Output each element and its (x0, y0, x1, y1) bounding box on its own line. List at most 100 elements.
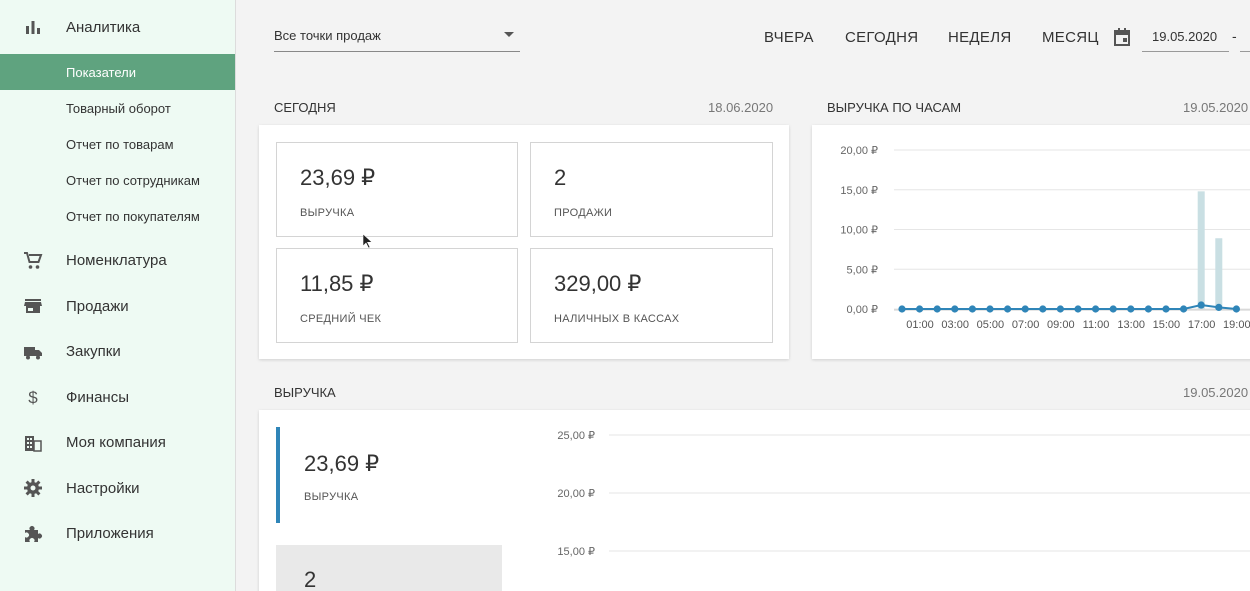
y-tick-label: 5,00 ₽ (847, 264, 878, 276)
mouse-cursor-icon (363, 234, 373, 248)
nav-label: Номенклатура (66, 252, 167, 270)
gear-icon (22, 477, 44, 499)
date-separator: - (1232, 28, 1237, 44)
hourly-point[interactable] (1092, 305, 1100, 313)
calendar-icon[interactable] (1112, 27, 1132, 47)
hourly-point[interactable] (951, 305, 959, 313)
hourly-bar (1215, 238, 1223, 309)
hourly-point[interactable] (1144, 305, 1152, 313)
hourly-point[interactable] (1127, 305, 1135, 313)
period-today-button[interactable]: СЕГОДНЯ (845, 29, 918, 46)
nav-item-analytics[interactable]: Аналитика (0, 0, 235, 54)
nav-item-company[interactable]: Моя компания (0, 420, 235, 466)
y-tick-label: 20,00 ₽ (840, 145, 878, 157)
cart-icon (22, 250, 44, 272)
hourly-point[interactable] (1021, 305, 1029, 313)
date-to-input[interactable] (1240, 20, 1250, 52)
nav-label: Приложения (66, 525, 154, 543)
nav-item-finance[interactable]: $ Финансы (0, 375, 235, 421)
store-icon (22, 295, 44, 317)
hourly-title: ВЫРУЧКА ПО ЧАСАМ (827, 100, 962, 115)
hourly-point[interactable] (933, 305, 941, 313)
dollar-icon: $ (22, 386, 44, 408)
hourly-chart: 20,00 ₽ 15,00 ₽ 10,00 ₽ 5,00 ₽ 0,00 ₽ 01:00 03… (840, 145, 1250, 331)
revenue-card: 23,69 ₽ ВЫРУЧКА 2 25,00 ₽ 20,00 ₽ 15,00 ₽ (259, 410, 1250, 591)
nav-item-settings[interactable]: Настройки (0, 466, 235, 512)
x-tick-label: 11:00 (1083, 319, 1110, 331)
x-tick-label: 05:00 (977, 319, 1005, 331)
hourly-chart-card: 20,00 ₽ 15,00 ₽ 10,00 ₽ 5,00 ₽ 0,00 ₽ 01:00 03… (812, 125, 1250, 359)
nav-label: Финансы (66, 388, 129, 406)
puzzle-icon (22, 523, 44, 545)
building-icon (22, 432, 44, 454)
main-content: Все точки продаж ВЧЕРА СЕГОДНЯ НЕДЕЛЯ МЕ… (237, 0, 1250, 591)
svg-text:$: $ (28, 388, 38, 407)
x-tick-label: 03:00 (941, 319, 969, 331)
tile-label: ПРОДАЖИ (554, 207, 613, 219)
hourly-point[interactable] (1215, 303, 1223, 312)
nav-item-purchases[interactable]: Закупки (0, 329, 235, 375)
nav-label: Настройки (66, 479, 140, 497)
hourly-point[interactable] (1056, 305, 1064, 313)
x-tick-label: 09:00 (1047, 319, 1075, 331)
today-date: 18.06.2020 (708, 100, 774, 115)
nav-label: Закупки (66, 343, 121, 361)
period-month-button[interactable]: МЕСЯЦ (1042, 29, 1099, 46)
hourly-point[interactable] (1162, 305, 1170, 313)
x-tick-label: 17:00 (1188, 319, 1216, 331)
sidebar: Аналитика Показатели Товарный оборот Отч… (0, 0, 236, 591)
hourly-point[interactable] (1109, 305, 1117, 313)
x-tick-label: 01:00 (906, 319, 934, 331)
sub-item-products-report[interactable]: Отчет по товарам (0, 126, 235, 162)
tile-label: ВЫРУЧКА (300, 207, 355, 219)
hourly-point[interactable] (1232, 305, 1240, 313)
sub-item-indicators[interactable]: Показатели (0, 54, 235, 90)
nav-item-apps[interactable]: Приложения (0, 511, 235, 557)
hourly-point[interactable] (1197, 301, 1205, 309)
toolbar: Все точки продаж ВЧЕРА СЕГОДНЯ НЕДЕЛЯ МЕ… (237, 0, 1250, 78)
tile-sales: 2 ПРОДАЖИ (530, 142, 773, 237)
store-select-value: Все точки продаж (274, 28, 381, 43)
tile-value: 329,00 ₽ (554, 271, 642, 296)
y-tick-label: 15,00 ₽ (840, 185, 878, 197)
hourly-point[interactable] (916, 305, 924, 313)
hourly-bar (1197, 191, 1205, 309)
caret-down-icon (504, 32, 514, 37)
hourly-point[interactable] (1039, 305, 1047, 313)
y-tick-label: 15,00 ₽ (557, 546, 595, 558)
y-tick-label: 25,00 ₽ (557, 430, 595, 442)
date-from-input[interactable]: 19.05.2020 (1142, 20, 1229, 52)
tile-value: 11,85 ₽ (300, 271, 374, 296)
hourly-point[interactable] (1180, 305, 1188, 313)
truck-icon (22, 341, 44, 363)
revenue-primary-metric[interactable]: 23,69 ₽ ВЫРУЧКА (276, 427, 502, 523)
x-tick-label: 07:00 (1012, 319, 1040, 331)
revenue-secondary-value: 2 (304, 567, 317, 591)
sub-item-employees-report[interactable]: Отчет по сотрудникам (0, 162, 235, 198)
hourly-date: 19.05.2020 (1183, 100, 1249, 115)
hourly-point[interactable] (986, 305, 994, 313)
revenue-secondary-metric[interactable]: 2 (276, 545, 502, 591)
tile-label: НАЛИЧНЫХ В КАССАХ (554, 313, 680, 325)
revenue-value: 23,69 ₽ (304, 451, 380, 476)
x-tick-label: 15:00 (1153, 319, 1181, 331)
revenue-title: ВЫРУЧКА (274, 385, 336, 400)
sub-item-customers-report[interactable]: Отчет по покупателям (0, 198, 235, 234)
hourly-point[interactable] (898, 305, 906, 313)
tile-value: 2 (554, 165, 567, 190)
nav-label: Моя компания (66, 434, 166, 452)
revenue-date: 19.05.2020 (1183, 385, 1249, 400)
hourly-point[interactable] (1004, 305, 1012, 313)
store-select[interactable]: Все точки продаж (274, 20, 520, 52)
hourly-point[interactable] (968, 305, 976, 313)
nav-item-sales[interactable]: Продажи (0, 284, 235, 330)
hourly-point[interactable] (1074, 305, 1082, 313)
period-week-button[interactable]: НЕДЕЛЯ (948, 29, 1011, 46)
nav-item-nomenclature[interactable]: Номенклатура (0, 238, 235, 284)
tile-cash: 329,00 ₽ НАЛИЧНЫХ В КАССАХ (530, 248, 773, 343)
y-tick-label: 20,00 ₽ (557, 488, 595, 500)
period-yesterday-button[interactable]: ВЧЕРА (764, 29, 814, 46)
sub-item-turnover[interactable]: Товарный оборот (0, 90, 235, 126)
tile-revenue: 23,69 ₽ ВЫРУЧКА (276, 142, 518, 237)
today-card: 23,69 ₽ ВЫРУЧКА 2 ПРОДАЖИ 11,85 ₽ СРЕДНИ… (259, 125, 789, 359)
